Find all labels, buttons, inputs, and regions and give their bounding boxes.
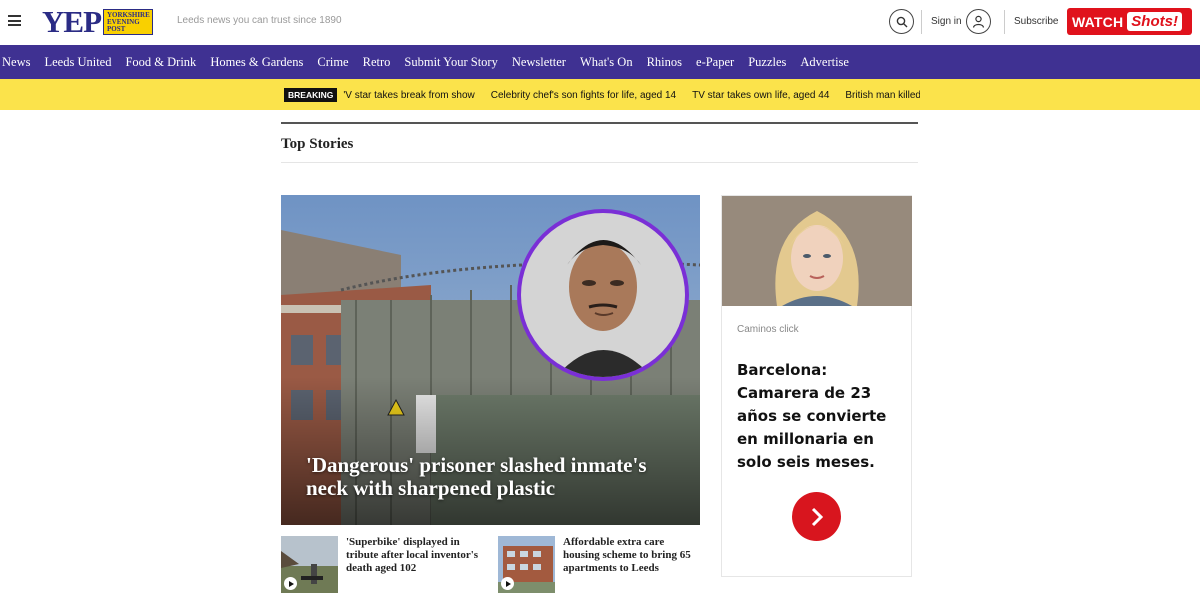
breaking-item[interactable]: Celebrity chef's son fights for life, ag… [491, 90, 676, 101]
play-icon [501, 577, 514, 590]
nav-item-crime[interactable]: Crime [317, 55, 348, 70]
site-logo[interactable]: YEP Yorkshire Evening Post [42, 4, 153, 39]
shots-logo: Shots! [1127, 12, 1182, 31]
watch-label: WATCH [1072, 13, 1124, 30]
search-icon [896, 16, 907, 27]
sponsored-ad[interactable]: Caminos click Barcelona: Camarera de 23 … [721, 195, 912, 577]
nav-item-homes-gardens[interactable]: Homes & Gardens [210, 55, 303, 70]
logo-badge: Yorkshire Evening Post [103, 9, 153, 35]
nav-item-advertise[interactable]: Advertise [800, 55, 849, 70]
nav-item-epaper[interactable]: e-Paper [696, 55, 734, 70]
nav-item-newsletter[interactable]: Newsletter [512, 55, 566, 70]
breaking-item[interactable]: British man killed o [845, 90, 920, 101]
breaking-item[interactable]: TV star takes own life, aged 44 [692, 90, 829, 101]
story-title[interactable]: 'Superbike' displayed in tribute after l… [346, 536, 486, 575]
section-title: Top Stories [281, 136, 354, 152]
main-nav: News Leeds United Food & Drink Homes & G… [0, 45, 1200, 79]
play-icon [284, 577, 297, 590]
story-card[interactable]: Affordable extra care housing scheme to … [498, 536, 703, 593]
breaking-news-bar: BREAKING 'V star takes break from show C… [0, 79, 1200, 110]
signin-link[interactable]: Sign in [931, 16, 962, 27]
logo-text: YEP [42, 4, 102, 39]
nav-item-leeds-united[interactable]: Leeds United [44, 55, 111, 70]
nav-item-food-drink[interactable]: Food & Drink [125, 55, 196, 70]
watch-shots-button[interactable]: WATCH Shots! [1067, 8, 1192, 35]
ad-title[interactable]: Barcelona: Camarera de 23 años se convie… [737, 359, 902, 474]
nav-item-news[interactable]: News [2, 55, 30, 70]
header-divider [921, 10, 922, 34]
ad-image [722, 196, 912, 306]
subscribe-link[interactable]: Subscribe [1014, 16, 1058, 27]
ad-arrow-button[interactable] [792, 492, 841, 541]
site-tagline: Leeds news you can trust since 1890 [177, 15, 342, 26]
story-title[interactable]: Affordable extra care housing scheme to … [563, 536, 703, 575]
nav-item-whats-on[interactable]: What's On [580, 55, 633, 70]
section-rule [281, 122, 918, 124]
breaking-item[interactable]: 'V star takes break from show [343, 90, 474, 101]
search-button[interactable] [889, 9, 914, 34]
nav-item-retro[interactable]: Retro [363, 55, 391, 70]
nav-item-puzzles[interactable]: Puzzles [748, 55, 786, 70]
header-divider [1004, 10, 1005, 34]
breaking-label: BREAKING [284, 88, 338, 102]
story-thumbnail [281, 536, 338, 593]
menu-icon[interactable] [8, 15, 21, 26]
hero-story[interactable]: 'Dangerous' prisoner slashed inmate's ne… [281, 195, 700, 525]
user-icon [972, 15, 985, 28]
story-thumbnail [498, 536, 555, 593]
section-divider [281, 162, 918, 163]
breaking-ticker: BREAKING 'V star takes break from show C… [284, 87, 920, 103]
chevron-right-icon [811, 507, 823, 526]
nav-item-submit-story[interactable]: Submit Your Story [404, 55, 497, 70]
hero-headline[interactable]: 'Dangerous' prisoner slashed inmate's ne… [306, 454, 686, 500]
nav-item-rhinos[interactable]: Rhinos [647, 55, 682, 70]
site-header: YEP Yorkshire Evening Post Leeds news yo… [0, 0, 1200, 45]
ad-sponsor: Caminos click [737, 324, 799, 335]
account-button[interactable] [966, 9, 991, 34]
story-card[interactable]: 'Superbike' displayed in tribute after l… [281, 536, 486, 593]
